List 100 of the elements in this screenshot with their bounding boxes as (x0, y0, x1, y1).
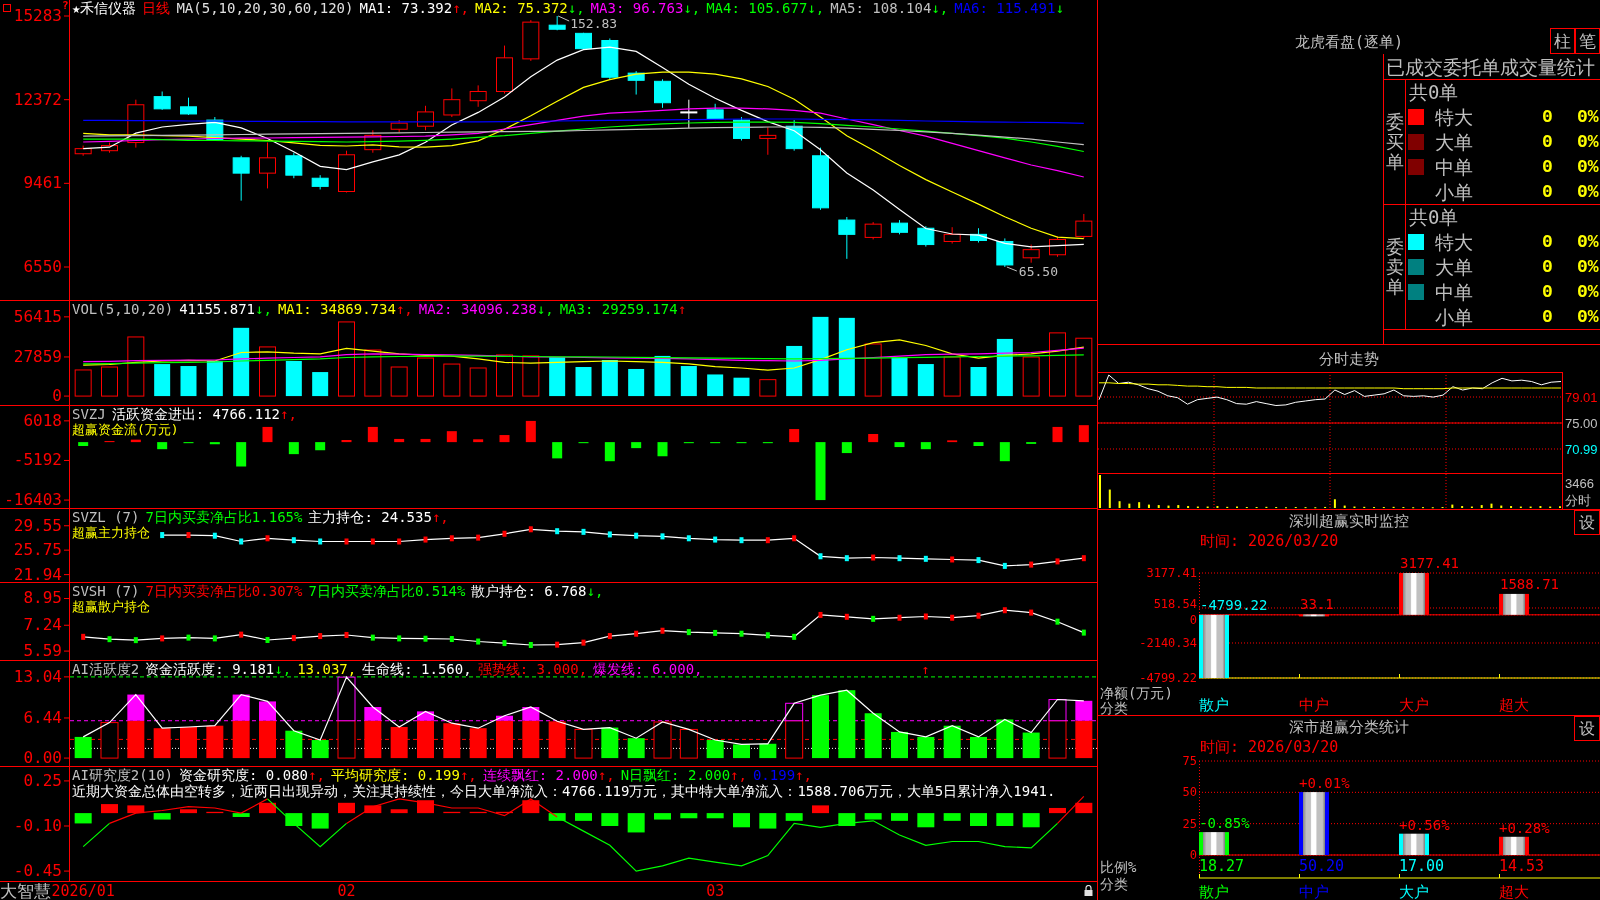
mode-button[interactable]: 笔 (1575, 28, 1600, 54)
category-label: 中户 (1299, 883, 1329, 900)
candlestick (838, 216, 856, 260)
order-count: 0 (1542, 130, 1553, 153)
line-marker (923, 555, 928, 562)
line-marker (370, 634, 375, 641)
activity-bar (74, 736, 92, 759)
indicator-text: 生命线: 1.560, (362, 661, 472, 677)
research-bar (733, 813, 750, 828)
line-marker (765, 537, 770, 544)
order-count: 0 (1542, 280, 1553, 303)
help-mark[interactable]: ? (62, 0, 69, 11)
volume-bar (628, 369, 645, 397)
line-marker (265, 636, 270, 643)
candlestick (575, 32, 592, 51)
order-share: 0% (1577, 230, 1599, 253)
axis-label: 0 (1189, 848, 1197, 862)
line-marker (423, 635, 428, 642)
volume-title: 分时 (1565, 493, 1591, 508)
signal-arrow: ↑ (921, 662, 930, 677)
candlestick (74, 145, 92, 157)
fund-flow-bar (868, 434, 879, 443)
section-title: 深市超赢分类统计 (1289, 717, 1409, 738)
order-size-label: 大单 (1435, 255, 1473, 278)
volume-bar (549, 357, 566, 397)
line-marker (239, 538, 244, 545)
activity-bar (733, 744, 750, 759)
category-label: 大户 (1399, 696, 1429, 714)
line-marker (1055, 558, 1060, 565)
line-marker (923, 613, 928, 620)
research-bar (891, 813, 908, 821)
order-count: 0 (1542, 255, 1553, 278)
research-bar (654, 813, 671, 820)
annotation: 65.50 (1018, 264, 1058, 280)
research-bar (338, 802, 355, 814)
order-count: 0 (1542, 155, 1553, 178)
settings-button[interactable]: 设 (1574, 510, 1600, 535)
fund-flow-bar (130, 439, 141, 443)
activity-bar (548, 721, 566, 759)
indicator-text: MA2: 34096.238 (418, 301, 537, 317)
net-amount-bar (1199, 614, 1229, 678)
activity-bar (180, 726, 197, 759)
line-marker (81, 633, 86, 640)
settings-button[interactable]: 设 (1574, 716, 1600, 741)
line-marker (1055, 618, 1060, 625)
research-bar (785, 813, 803, 821)
volume-bar (522, 355, 540, 397)
activity-bar (706, 740, 724, 759)
fund-flow-bar (473, 439, 484, 443)
fund-flow-bar (420, 438, 431, 443)
axis-title: 分类 (1100, 700, 1128, 716)
research-bar (970, 813, 987, 826)
fund-flow-bar (367, 426, 378, 443)
share-bar (1199, 832, 1229, 855)
line-marker (1002, 607, 1007, 614)
fund-flow-bar (631, 442, 642, 449)
research-bar (943, 813, 961, 821)
lock-icon[interactable] (1084, 885, 1093, 896)
volume-bar (707, 374, 724, 397)
low-price-label: 65.50 (1006, 264, 1058, 279)
axis-label: 25 (1182, 816, 1197, 831)
line-marker (212, 532, 217, 539)
line-marker (528, 642, 533, 648)
trend-arrow: ↓, (683, 0, 701, 16)
activity-bar (838, 690, 856, 759)
research-bar (601, 813, 619, 826)
candlestick (522, 19, 540, 62)
candlestick (680, 99, 698, 129)
line-marker (634, 532, 639, 539)
net-amount-bar (1499, 593, 1529, 615)
axis-label: 75 (1182, 754, 1197, 768)
volume-bar (312, 372, 329, 397)
indicator-text: 13.037, (297, 661, 357, 677)
volume-bar (417, 357, 434, 397)
category-label: 中户 (1299, 696, 1329, 714)
volume-bar (206, 360, 223, 397)
order-count: 0 (1542, 105, 1553, 128)
candlestick (733, 116, 750, 141)
research-bar (680, 813, 698, 819)
order-size-label: 中单 (1435, 155, 1473, 178)
activity-bar (574, 728, 593, 759)
order-share: 0% (1577, 130, 1599, 153)
research-bar (1049, 807, 1066, 814)
fund-flow-bar (157, 442, 168, 450)
trend-arrow: ↓ (1055, 0, 1064, 16)
research-bar (153, 813, 171, 820)
line-marker (291, 635, 296, 642)
activity-bar (1022, 732, 1040, 759)
activity-bar (996, 719, 1014, 759)
line-marker (397, 635, 402, 642)
volume-peak-label: 3466 (1565, 476, 1594, 491)
line-marker (976, 557, 981, 564)
line-marker (1081, 555, 1086, 562)
mode-button[interactable]: 柱 (1550, 28, 1575, 54)
research-bar (74, 813, 92, 824)
value-label: 3177.41 (1400, 555, 1459, 571)
line-marker (871, 554, 876, 561)
axis-label: 6550 (23, 257, 62, 276)
indicator-subtitle: 超赢资金流(万元) (72, 422, 179, 437)
line-marker (476, 638, 481, 645)
